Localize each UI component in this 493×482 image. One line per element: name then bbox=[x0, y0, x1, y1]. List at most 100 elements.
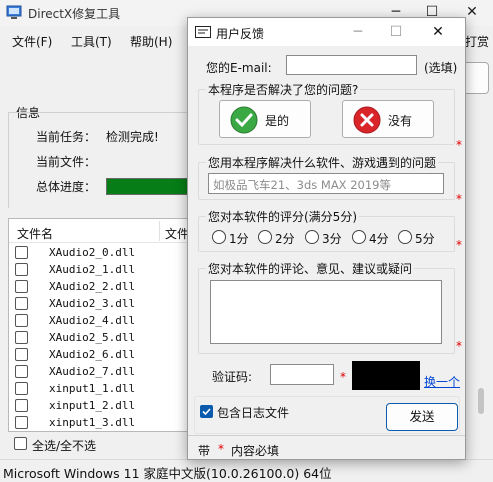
progress-label: 总体进度： bbox=[36, 180, 97, 194]
comment-textarea[interactable] bbox=[210, 280, 442, 344]
list-item[interactable]: XAudio2_5.dll bbox=[9, 330, 188, 347]
file-list[interactable]: 文件名 文件 XAudio2_0.dll XAudio2_1.dll XAudio2… bbox=[8, 218, 188, 432]
send-button[interactable]: 发送 bbox=[386, 403, 458, 431]
email-optional: (选填) bbox=[424, 61, 458, 75]
file-name: XAudio2_7.dll bbox=[49, 365, 136, 378]
file-list-header: 文件名 文件 bbox=[9, 219, 188, 243]
file-checkbox[interactable] bbox=[15, 348, 28, 361]
menu-donate[interactable]: 打赏 bbox=[465, 33, 489, 50]
rating-5-radio[interactable] bbox=[398, 230, 412, 244]
dialog-titlebar: 用户反馈 ─ ☐ ✕ bbox=[188, 18, 465, 46]
file-name: XAudio2_1.dll bbox=[49, 263, 136, 276]
email-label: 您的E-mail: bbox=[206, 61, 272, 75]
menu-file[interactable]: 文件(F) bbox=[12, 33, 52, 50]
file-checkbox[interactable] bbox=[15, 416, 28, 429]
list-item[interactable]: XAudio2_0.dll bbox=[9, 245, 188, 262]
solved-question: 本程序是否解决了您的问题? bbox=[206, 81, 361, 98]
menu-tools[interactable]: 工具(T) bbox=[71, 33, 112, 50]
check-icon bbox=[230, 106, 258, 134]
feedback-icon bbox=[195, 26, 211, 38]
task-label: 当前任务： bbox=[36, 130, 97, 144]
menu-help[interactable]: 帮助(H) bbox=[130, 33, 172, 50]
select-all-checkbox[interactable] bbox=[14, 437, 27, 450]
dialog-maximize-button[interactable]: ☐ bbox=[385, 22, 407, 42]
file-name: xinput1_1.dll bbox=[49, 382, 136, 395]
captcha-input[interactable] bbox=[270, 364, 334, 385]
file-checkbox[interactable] bbox=[15, 382, 28, 395]
file-label: 当前文件： bbox=[36, 155, 97, 169]
rating-1-radio[interactable] bbox=[212, 230, 226, 244]
yes-button[interactable]: 是的 bbox=[219, 100, 311, 138]
rating-3-label: 3分 bbox=[322, 232, 342, 246]
rating-question: 您对本软件的评分(满分5分) bbox=[206, 208, 359, 225]
required-mark: * bbox=[456, 192, 462, 206]
required-mark: * bbox=[456, 238, 462, 252]
app-icon bbox=[6, 5, 22, 19]
rating-4-label: 4分 bbox=[369, 232, 389, 246]
footer-star: * bbox=[218, 442, 224, 456]
column-filename[interactable]: 文件名 bbox=[17, 225, 53, 242]
file-name: xinput1_3.dll bbox=[49, 416, 136, 429]
list-item[interactable]: xinput1_2.dll bbox=[9, 398, 188, 415]
file-name: XAudio2_6.dll bbox=[49, 348, 136, 361]
rating-4-radio[interactable] bbox=[352, 230, 366, 244]
progress-bar bbox=[106, 178, 188, 195]
file-name: XAudio2_2.dll bbox=[49, 280, 136, 293]
file-checkbox[interactable] bbox=[15, 365, 28, 378]
email-field[interactable] bbox=[286, 55, 417, 75]
list-item[interactable]: XAudio2_2.dll bbox=[9, 279, 188, 296]
task-value: 检测完成! bbox=[106, 130, 159, 144]
file-name: XAudio2_4.dll bbox=[49, 314, 136, 327]
statusbar: Microsoft Windows 11 家庭中文版(10.0.26100.0)… bbox=[0, 459, 493, 482]
software-question: 您用本程序解决什么软件、游戏遇到的问题 bbox=[206, 154, 439, 171]
file-checkbox[interactable] bbox=[15, 246, 28, 259]
file-checkbox[interactable] bbox=[15, 297, 28, 310]
no-button[interactable]: 没有 bbox=[342, 100, 434, 138]
action-button[interactable] bbox=[463, 62, 489, 94]
file-name: XAudio2_5.dll bbox=[49, 331, 136, 344]
required-mark: * bbox=[456, 339, 462, 353]
include-log-checkbox[interactable] bbox=[200, 405, 213, 418]
file-checkbox[interactable] bbox=[15, 314, 28, 327]
captcha-label: 验证码: bbox=[212, 370, 253, 384]
list-item[interactable]: XAudio2_1.dll bbox=[9, 262, 188, 279]
footer-note: 内容必填 bbox=[231, 444, 280, 458]
x-icon bbox=[353, 106, 381, 134]
rating-2-label: 2分 bbox=[275, 232, 295, 246]
list-item[interactable]: XAudio2_6.dll bbox=[9, 347, 188, 364]
rating-2-radio[interactable] bbox=[258, 230, 272, 244]
rating-5-label: 5分 bbox=[415, 232, 435, 246]
file-name: XAudio2_0.dll bbox=[49, 246, 136, 259]
status-text: Microsoft Windows 11 家庭中文版(10.0.26100.0)… bbox=[3, 466, 332, 481]
captcha-image bbox=[352, 361, 420, 390]
yes-label: 是的 bbox=[265, 114, 290, 128]
required-mark: * bbox=[456, 138, 462, 152]
file-checkbox[interactable] bbox=[15, 399, 28, 412]
feedback-dialog: 用户反馈 ─ ☐ ✕ 您的E-mail: (选填) 本程序是否解决了您的问题? … bbox=[187, 17, 466, 460]
footer-prefix: 带 bbox=[198, 444, 211, 458]
required-mark: * bbox=[340, 370, 346, 384]
file-checkbox[interactable] bbox=[15, 263, 28, 276]
comment-question: 您对本软件的评论、意见、建议或疑问 bbox=[206, 260, 415, 277]
include-log-label: 包含日志文件 bbox=[217, 406, 290, 420]
dialog-title: 用户反馈 bbox=[216, 27, 265, 41]
column-file[interactable]: 文件 bbox=[165, 225, 188, 242]
checkmark-icon bbox=[202, 408, 211, 416]
main-title: DirectX修复工具 bbox=[28, 7, 121, 21]
list-item[interactable]: xinput1_1.dll bbox=[9, 381, 188, 398]
file-checkbox[interactable] bbox=[15, 280, 28, 293]
dialog-minimize-button[interactable]: ─ bbox=[347, 22, 369, 42]
rating-3-radio[interactable] bbox=[305, 230, 319, 244]
select-all-label: 全选/全不选 bbox=[32, 439, 97, 453]
software-input[interactable]: 如极品飞车21、3ds MAX 2019等 bbox=[208, 173, 444, 194]
list-item[interactable]: XAudio2_4.dll bbox=[9, 313, 188, 330]
list-item[interactable]: xinput1_3.dll bbox=[9, 415, 188, 431]
list-item[interactable]: XAudio2_3.dll bbox=[9, 296, 188, 313]
rating-1-label: 1分 bbox=[229, 232, 249, 246]
no-label: 没有 bbox=[388, 114, 413, 128]
list-item[interactable]: XAudio2_7.dll bbox=[9, 364, 188, 381]
file-checkbox[interactable] bbox=[15, 331, 28, 344]
refresh-captcha-link[interactable]: 换一个 bbox=[424, 373, 460, 390]
scrollbar-thumb[interactable] bbox=[478, 388, 484, 414]
dialog-close-button[interactable]: ✕ bbox=[427, 22, 449, 42]
